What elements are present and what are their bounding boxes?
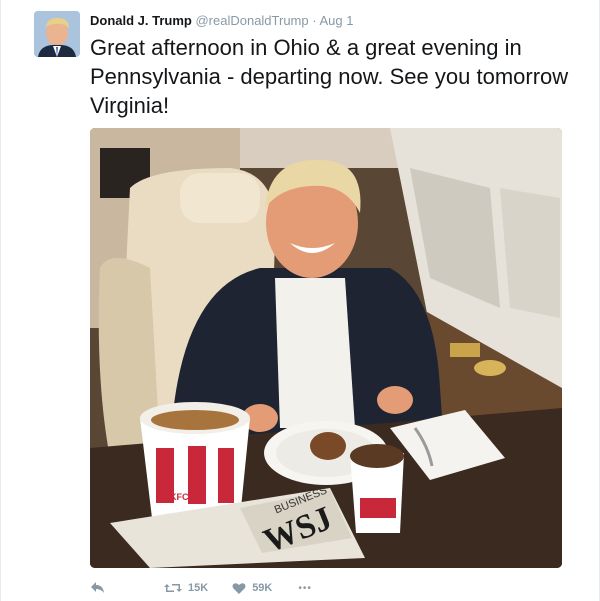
- tweet-card[interactable]: Donald J. Trump @realDonaldTrump · Aug 1…: [0, 0, 600, 601]
- tweet-header: Donald J. Trump @realDonaldTrump · Aug 1: [90, 13, 353, 29]
- more-button[interactable]: •••: [298, 583, 312, 594]
- reply-icon: [91, 582, 104, 593]
- tweet-photo[interactable]: WSJ BUSINESS KFC: [90, 128, 562, 568]
- author-handle[interactable]: @realDonaldTrump: [195, 13, 308, 28]
- reply-button[interactable]: [90, 581, 106, 595]
- like-count: 59K: [252, 582, 273, 594]
- timestamp[interactable]: Aug 1: [320, 13, 354, 28]
- tweet-text: Great afternoon in Ohio & a great evenin…: [90, 35, 569, 118]
- retweet-count: 15K: [188, 582, 209, 594]
- photo-image: WSJ BUSINESS KFC: [90, 128, 562, 568]
- retweet-button[interactable]: 15K: [164, 582, 208, 594]
- like-button[interactable]: 59K: [232, 582, 272, 595]
- separator-dot: ·: [312, 13, 317, 28]
- heart-icon: [232, 582, 246, 594]
- tweet-actions: 15K 59K •••: [90, 579, 312, 597]
- avatar[interactable]: [34, 11, 80, 57]
- more-icon: •••: [298, 582, 312, 594]
- bucket-brand: KFC: [170, 492, 189, 502]
- avatar-image: [34, 11, 80, 57]
- retweet-icon: [164, 584, 182, 592]
- author-name[interactable]: Donald J. Trump: [90, 13, 192, 28]
